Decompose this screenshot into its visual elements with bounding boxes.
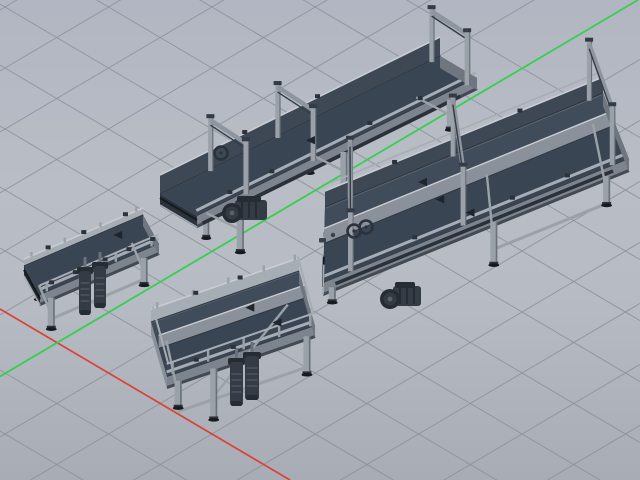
motor-rib <box>255 201 257 218</box>
rail-hardware-bit <box>418 96 423 100</box>
motor-body[interactable] <box>230 362 243 406</box>
scene-canvas[interactable] <box>0 0 640 480</box>
leg-near-shade <box>346 152 348 185</box>
motor-cap <box>80 310 90 315</box>
rail-hardware-bit <box>227 190 232 194</box>
portal-crossbar <box>432 11 468 34</box>
motor-body[interactable] <box>79 271 91 315</box>
motor-body[interactable] <box>245 356 259 400</box>
grid-line <box>0 303 640 480</box>
handwheel-hub <box>364 225 367 228</box>
rail-hardware-bit <box>412 235 417 239</box>
rail-hardware-bit <box>315 94 320 98</box>
leg-foot-pad <box>235 251 246 255</box>
motor-cap <box>95 303 105 308</box>
leg-foot-pad <box>173 406 184 410</box>
loose-part-plate[interactable] <box>323 232 332 237</box>
rail-hardware-bit <box>103 257 108 261</box>
motor-rib <box>406 287 408 304</box>
grid-line <box>0 431 640 480</box>
grid-line <box>0 364 640 480</box>
motor-cap <box>231 401 242 406</box>
leg-near-shade <box>496 222 498 262</box>
motor-rib <box>248 201 250 218</box>
head-bottom-lip <box>323 265 324 295</box>
rail-hardware-bit <box>193 291 198 295</box>
portal-post-cap <box>242 137 250 141</box>
motor-rib <box>413 287 415 304</box>
portal-post-cap <box>428 5 436 9</box>
leg-foot-pad <box>139 284 150 288</box>
rail-hardware-bit <box>194 358 199 362</box>
rail-hardware-bit <box>565 173 570 177</box>
leg-near-shade <box>609 176 611 202</box>
rail-hardware-bit <box>81 230 86 234</box>
handwheel-hub <box>352 229 355 232</box>
leg-foot-pad <box>208 418 219 422</box>
grid-line <box>0 0 640 10</box>
leg-near-shade <box>334 287 336 299</box>
loose-part-knob <box>331 233 335 237</box>
portal-post-cap <box>459 163 467 167</box>
motor-cap <box>246 395 258 400</box>
portal-post-cap <box>346 136 354 140</box>
rail-hardware-bit <box>392 160 397 164</box>
conveyor-dual-front[interactable] <box>151 255 315 422</box>
leg-near-shade <box>216 368 218 416</box>
gearbox-hub <box>388 297 393 302</box>
portal-crossbar-shadow <box>432 16 468 39</box>
portal-post-cap <box>274 81 282 85</box>
rail-hardware-bit <box>231 345 236 349</box>
leg-near-shade <box>309 336 311 371</box>
rail-hardware-bit <box>367 121 372 125</box>
portal-crossbar <box>278 87 314 110</box>
leg-near-shade <box>53 298 55 326</box>
portal-post-cap <box>347 208 355 212</box>
leg-foot-pad <box>46 327 57 331</box>
loose-part-block <box>319 238 326 243</box>
rail-hardware-bit <box>510 196 515 200</box>
handwheel-hub <box>219 151 222 154</box>
rail-hardware-bit <box>126 247 131 251</box>
grid-line <box>0 425 640 480</box>
gearbox-hub <box>230 211 235 216</box>
rail-hardware-bit <box>150 237 155 241</box>
portal-post-cap <box>309 104 317 108</box>
portal-post-cap <box>206 114 214 118</box>
leg-foot-pad <box>327 301 338 305</box>
leg-foot-pad <box>601 204 612 208</box>
gearmotor-horizontal[interactable] <box>380 282 421 309</box>
portal-post-cap <box>608 102 616 106</box>
rail-hardware-bit <box>49 280 54 284</box>
motor-body[interactable] <box>94 266 106 308</box>
rail-hardware-bit <box>123 212 128 216</box>
cad-3d-viewport[interactable] <box>0 0 640 480</box>
portal-post-cap <box>585 38 593 42</box>
portal-post-cap <box>463 28 471 32</box>
rail-hardware-bit <box>73 270 78 274</box>
leg-foot-pad <box>488 263 499 267</box>
rail-hardware-bit <box>238 276 243 280</box>
rail-hardware-bit <box>517 109 522 113</box>
leg-foot-pad <box>201 236 211 240</box>
rail-hardware-bit <box>269 169 274 173</box>
leg-foot-pad <box>301 373 312 377</box>
rail-hardware-bit <box>46 245 51 249</box>
rail-hardware-bit <box>242 130 247 134</box>
portal-post-cap <box>449 94 457 98</box>
grid-line <box>0 181 640 480</box>
leg-near-shade <box>146 258 148 282</box>
motor-top-fin <box>395 282 415 288</box>
leg-near-shade <box>180 381 182 405</box>
grid-line <box>0 309 640 480</box>
